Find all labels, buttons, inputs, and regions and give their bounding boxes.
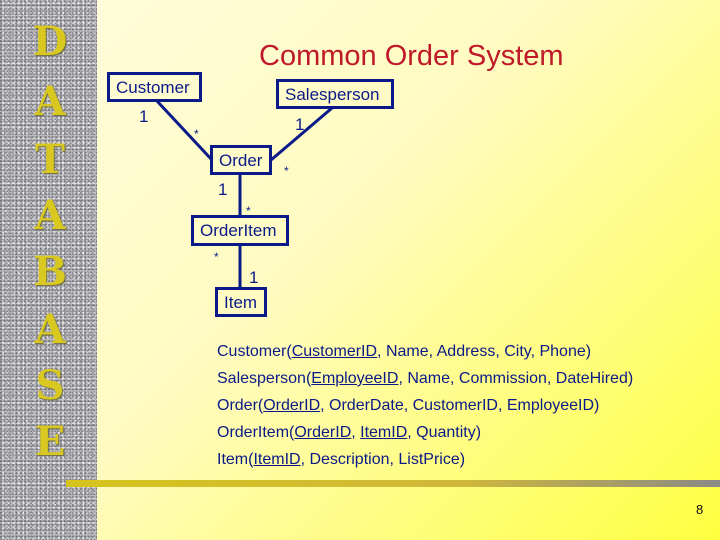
schema-line-item: Item(ItemID, Description, ListPrice) (217, 446, 633, 473)
table-name: Customer( (217, 343, 292, 360)
entity-item: Item (215, 287, 267, 317)
attributes: , OrderDate, CustomerID, EmployeeID) (320, 397, 600, 414)
entity-order: Order (210, 145, 272, 175)
multiplicity-label: * (214, 250, 219, 264)
separator: , (351, 424, 361, 441)
entity-salesperson: Salesperson (276, 79, 394, 109)
multiplicity-label: * (284, 164, 289, 178)
multiplicity-label: 1 (295, 115, 305, 134)
entity-order-item: OrderItem (191, 215, 289, 246)
schema-line-order: Order(OrderID, OrderDate, CustomerID, Em… (217, 392, 633, 419)
table-name: Item( (217, 451, 254, 468)
multiplicity-label: 1 (218, 180, 228, 199)
primary-key: OrderID (263, 397, 321, 414)
primary-key: ItemID (360, 424, 408, 441)
relational-schema: Customer(CustomerID, Name, Address, City… (217, 338, 633, 473)
schema-line-salesperson: Salesperson(EmployeeID, Name, Commission… (217, 365, 633, 392)
line-customer-order (155, 99, 214, 162)
table-name: OrderItem( (217, 424, 295, 441)
entity-customer: Customer (107, 72, 202, 102)
primary-key: CustomerID (291, 343, 378, 360)
footer-divider (66, 480, 720, 487)
multiplicity-label: * (246, 204, 251, 218)
primary-key: OrderID (294, 424, 352, 441)
primary-key: ItemID (253, 451, 301, 468)
attributes: , Name, Address, City, Phone) (377, 343, 592, 360)
schema-line-orderitem: OrderItem(OrderID, ItemID, Quantity) (217, 419, 633, 446)
multiplicity-label: 1 (249, 268, 259, 287)
attributes: , Name, Commission, DateHired) (398, 370, 634, 387)
schema-line-customer: Customer(CustomerID, Name, Address, City… (217, 338, 633, 365)
multiplicity-label: 1 (139, 107, 149, 126)
page-number: 8 (696, 502, 704, 517)
multiplicity-label: * (194, 127, 199, 141)
table-name: Order( (217, 397, 264, 414)
primary-key: EmployeeID (311, 370, 399, 387)
attributes: , Quantity) (407, 424, 482, 441)
attributes: , Description, ListPrice) (300, 451, 466, 468)
table-name: Salesperson( (217, 370, 312, 387)
